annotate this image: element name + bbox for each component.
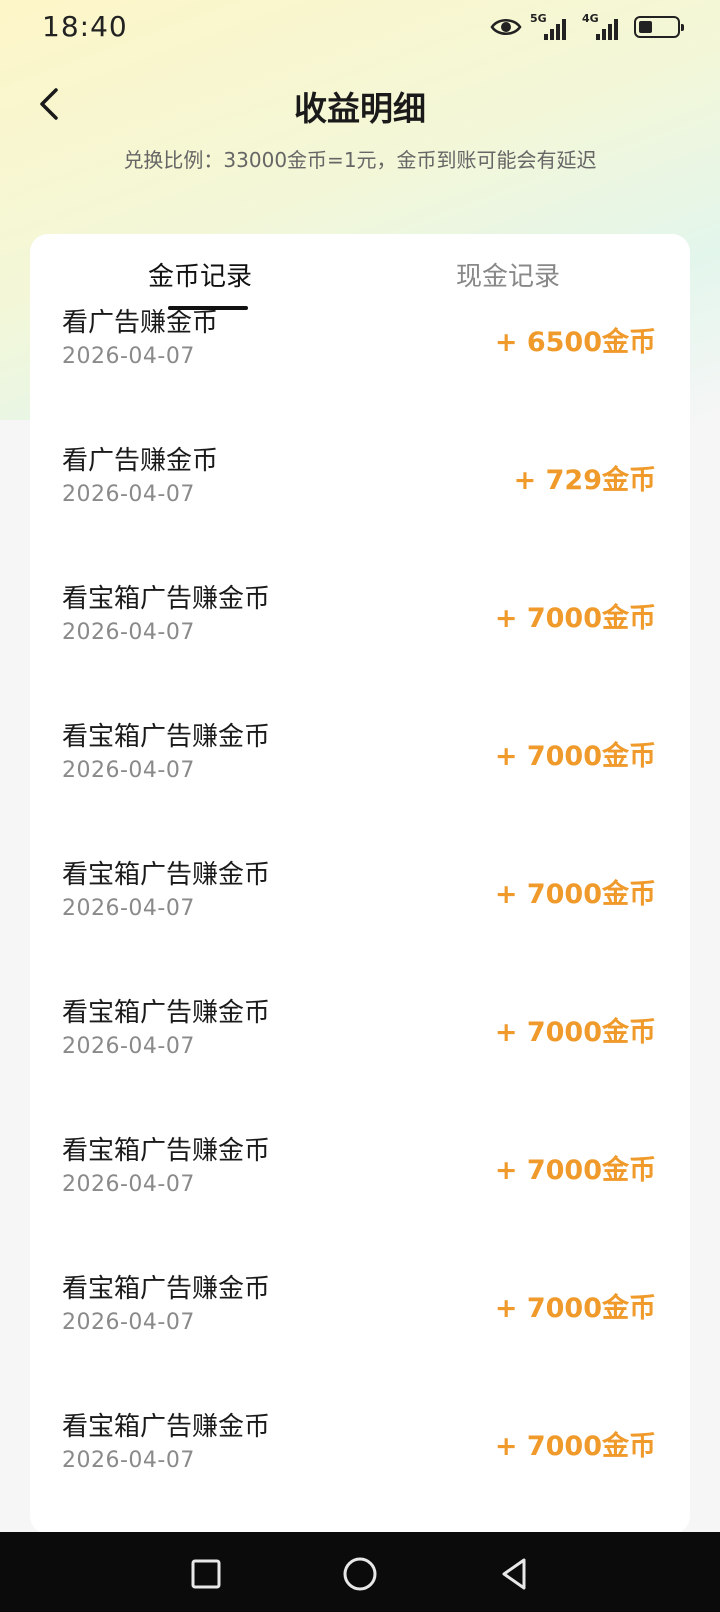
records-list[interactable]: 看广告赚金币 2026-04-07 + 6500金币 看广告赚金币 2026-0… <box>30 302 690 1534</box>
record-name: 看宝箱广告赚金币 <box>62 1274 271 1304</box>
tab-cash-records[interactable]: 现金记录 <box>456 256 560 293</box>
record-date: 2026-04-07 <box>62 344 195 369</box>
list-item: 看宝箱广告赚金币 2026-04-07 + 7000金币 <box>30 1130 690 1268</box>
list-item: 看宝箱广告赚金币 2026-04-07 + 7000金币 <box>30 854 690 992</box>
record-name: 看宝箱广告赚金币 <box>62 722 271 752</box>
record-date: 2026-04-07 <box>62 896 195 921</box>
record-date: 2026-04-07 <box>62 620 195 645</box>
list-item: 看宝箱广告赚金币 2026-04-07 + 7000金币 <box>30 716 690 854</box>
list-item: 看宝箱广告赚金币 2026-04-07 + 7000金币 <box>30 992 690 1130</box>
record-date: 2026-04-07 <box>62 1448 195 1473</box>
list-item: 看宝箱广告赚金币 2026-04-07 + 7000金币 <box>30 1268 690 1406</box>
record-date: 2026-04-07 <box>62 482 195 507</box>
page-title: 收益明细 <box>294 89 426 128</box>
record-amount: + 7000金币 <box>494 603 656 634</box>
record-name: 看宝箱广告赚金币 <box>62 860 271 890</box>
battery-icon <box>634 16 684 38</box>
record-name: 看宝箱广告赚金币 <box>62 1412 271 1442</box>
circle-icon[interactable] <box>340 1554 380 1594</box>
active-tab-indicator <box>168 306 248 310</box>
record-name: 看宝箱广告赚金币 <box>62 584 271 614</box>
eye-icon <box>490 19 522 35</box>
records-card: 金币记录 现金记录 看广告赚金币 2026-04-07 + 6500金币 看广告… <box>30 234 690 1534</box>
record-date: 2026-04-07 <box>62 758 195 783</box>
list-item: 看广告赚金币 2026-04-07 + 6500金币 <box>30 302 690 440</box>
record-amount: + 7000金币 <box>494 741 656 772</box>
record-amount: + 6500金币 <box>494 327 656 358</box>
record-name: 看广告赚金币 <box>62 446 219 476</box>
record-name: 看宝箱广告赚金币 <box>62 998 271 1028</box>
status-icons: 5G 4G <box>490 12 684 42</box>
status-time: 18:40 <box>42 10 128 43</box>
record-date: 2026-04-07 <box>62 1034 195 1059</box>
record-amount: + 7000金币 <box>494 1293 656 1324</box>
record-amount: + 729金币 <box>513 465 656 496</box>
status-bar: 18:40 5G 4G <box>0 0 720 56</box>
record-date: 2026-04-07 <box>62 1310 195 1335</box>
list-item: 看宝箱广告赚金币 2026-04-07 + 7000金币 <box>30 578 690 716</box>
record-amount: + 7000金币 <box>494 1017 656 1048</box>
tab-coin-records[interactable]: 金币记录 <box>148 256 252 293</box>
exchange-rate-note: 兑换比例：33000金币=1元，金币到账可能会有延迟 <box>123 148 597 172</box>
record-amount: + 7000金币 <box>494 1155 656 1186</box>
record-name: 看宝箱广告赚金币 <box>62 1136 271 1166</box>
square-icon[interactable] <box>186 1554 226 1594</box>
record-date: 2026-04-07 <box>62 1172 195 1197</box>
record-amount: + 7000金币 <box>494 1431 656 1462</box>
list-item: 看广告赚金币 2026-04-07 + 729金币 <box>30 440 690 578</box>
record-amount: + 7000金币 <box>494 879 656 910</box>
signal-4g-icon: 4G <box>582 12 626 42</box>
list-item: 看宝箱广告赚金币 2026-04-07 + 7000金币 <box>30 1406 690 1534</box>
system-nav-bar <box>0 1532 720 1612</box>
signal-5g-icon: 5G <box>530 12 574 42</box>
triangle-back-icon[interactable] <box>494 1554 534 1594</box>
